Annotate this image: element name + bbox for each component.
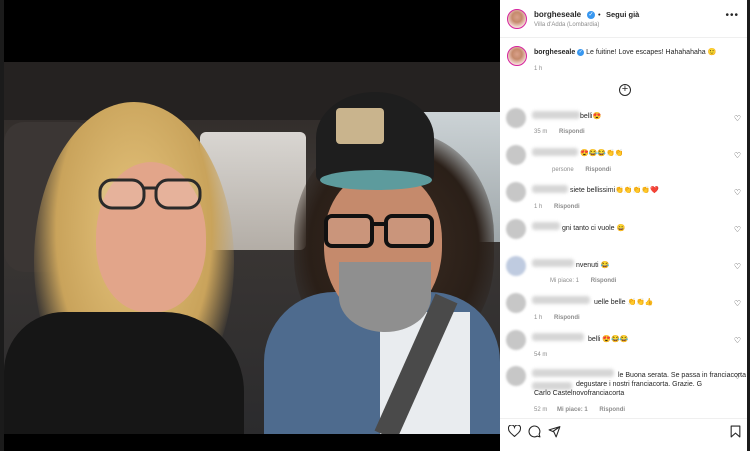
commenter-avatar[interactable] <box>506 256 526 276</box>
commenter-avatar[interactable] <box>506 182 526 202</box>
commenter-username-blurred <box>532 369 614 377</box>
post-location[interactable]: Villa d'Adda (Lombardia) <box>534 22 599 28</box>
commenter-username-blurred <box>532 111 580 119</box>
comment-item: 😍😂😂👏👏 persone Rispondi ♡ <box>500 145 747 179</box>
heart-icon[interactable] <box>508 425 521 437</box>
reply-button[interactable]: Rispondi <box>559 129 585 135</box>
comment-text: belli😍 <box>580 113 602 120</box>
commenter-username-blurred <box>532 222 560 230</box>
commenter-username-blurred <box>532 296 590 304</box>
caption-time: 1 h <box>534 66 543 72</box>
author-avatar[interactable] <box>507 9 527 29</box>
post-photo[interactable] <box>4 62 500 434</box>
heart-icon[interactable]: ♡ <box>734 151 741 160</box>
heart-icon[interactable]: ♡ <box>734 114 741 123</box>
photo-cap-patch <box>336 108 384 144</box>
comment-likes[interactable]: Mi piace: 1 <box>550 278 579 284</box>
comment-item: gni tanto ci vuole 😄 ♡ <box>500 219 747 253</box>
plus-circle-icon[interactable]: + <box>619 84 631 96</box>
reply-button[interactable]: Rispondi <box>585 167 611 173</box>
comment-icon[interactable] <box>528 425 541 438</box>
caption-author-avatar[interactable] <box>507 46 527 66</box>
commenter-avatar[interactable] <box>506 330 526 350</box>
comment-time: 1 h <box>534 204 543 210</box>
photo-woman-body <box>4 312 244 434</box>
comment-text: siete bellissimi👏👏👏👏❤️ <box>570 187 659 194</box>
bookmark-icon[interactable] <box>730 425 741 438</box>
comment-text: nvenuti 😂 <box>576 262 610 269</box>
comment-likes[interactable]: Mi piace: 1 <box>557 407 588 413</box>
reply-button[interactable]: Rispondi <box>554 315 580 321</box>
caption-text: Le fuitine! Love escapes! Hahahahaha 🙂 <box>586 49 717 56</box>
comment-meta: Mi piace: 1 Rispondi <box>550 278 616 284</box>
commenter-avatar[interactable] <box>506 293 526 313</box>
post-actions-bar <box>500 418 747 451</box>
comment-item: nvenuti 😂 Mi piace: 1 Rispondi ♡ <box>500 256 747 290</box>
commenter-text-blurred <box>532 382 572 390</box>
commenter-username-blurred <box>532 148 578 156</box>
photo-man-beard <box>339 262 431 332</box>
post-photo-panel <box>4 0 500 451</box>
photo-woman-glasses <box>98 178 202 210</box>
post-caption: borgheseale ✓ Le fuitine! Love escapes! … <box>534 48 740 56</box>
comment-item: le Buona serata. Se passa in franciacort… <box>500 366 747 416</box>
photo-cap-brim <box>320 170 432 190</box>
comment-meta: 35 m Rispondi <box>534 129 585 135</box>
post-header: borgheseale ✓ • Segui già Villa d'Adda (… <box>500 0 747 38</box>
comment-meta: 52 m Mi piace: 1 Rispondi <box>534 407 625 413</box>
follow-separator: • <box>598 10 601 19</box>
comment-item: belli😍 35 m Rispondi ♡ <box>500 108 747 142</box>
commenter-username-blurred <box>532 259 574 267</box>
comment-text: uelle belle 👏👏👍 <box>594 299 654 306</box>
photo-man-glasses <box>324 214 434 248</box>
comment-meta: 54 m <box>534 352 547 358</box>
heart-icon[interactable]: ♡ <box>734 299 741 308</box>
caption-username[interactable]: borgheseale <box>534 49 575 56</box>
comment-meta: persone Rispondi <box>552 167 611 173</box>
heart-icon[interactable]: ♡ <box>734 188 741 197</box>
comment-time: 35 m <box>534 129 548 135</box>
comment-text-line2: degustare i nostri franciacorta. Grazie.… <box>576 381 703 388</box>
comment-item: siete bellissimi👏👏👏👏❤️ 1 h Rispondi ♡ <box>500 182 747 216</box>
comment-meta: 1 h Rispondi <box>534 315 580 321</box>
verified-badge-icon: ✓ <box>577 48 585 56</box>
comment-time: 54 m <box>534 352 548 358</box>
follow-button[interactable]: Segui già <box>606 10 639 19</box>
reply-button[interactable]: Rispondi <box>599 407 625 413</box>
commenter-username-blurred <box>532 185 568 193</box>
heart-icon[interactable]: ♡ <box>734 262 741 271</box>
commenter-avatar[interactable] <box>506 145 526 165</box>
comment-item: uelle belle 👏👏👍 1 h Rispondi ♡ <box>500 293 747 327</box>
heart-icon[interactable]: ♡ <box>734 372 741 381</box>
commenter-avatar[interactable] <box>506 219 526 239</box>
verified-badge-icon: ✓ <box>587 11 595 19</box>
reply-button[interactable]: Rispondi <box>591 278 617 284</box>
heart-icon[interactable]: ♡ <box>734 336 741 345</box>
comment-meta: 1 h Rispondi <box>534 204 580 210</box>
comment-text: belli 😍😂😂 <box>588 336 629 343</box>
comment-text-line3: Carlo Castelnovofranciacorta <box>534 390 625 397</box>
comment-time: 1 h <box>534 315 543 321</box>
comment-text: 😍😂😂👏👏 <box>580 150 624 157</box>
comment-time: 52 m <box>534 407 548 413</box>
author-username[interactable]: borgheseale <box>534 10 581 19</box>
post-sidebar: borgheseale ✓ • Segui già Villa d'Adda (… <box>500 0 747 451</box>
comment-item: belli 😍😂😂 54 m ♡ <box>500 330 747 364</box>
commenter-avatar[interactable] <box>506 366 526 386</box>
comment-text: gni tanto ci vuole 😄 <box>562 225 626 232</box>
commenter-avatar[interactable] <box>506 108 526 128</box>
more-options-icon[interactable]: ••• <box>725 10 739 21</box>
commenter-username-blurred <box>532 333 584 341</box>
comment-text: le Buona serata. Se passa in franciacort… <box>618 372 747 379</box>
heart-icon[interactable]: ♡ <box>734 225 741 234</box>
comment-likes[interactable]: persone <box>552 167 574 173</box>
reply-button[interactable]: Rispondi <box>554 204 580 210</box>
share-icon[interactable] <box>548 425 561 438</box>
